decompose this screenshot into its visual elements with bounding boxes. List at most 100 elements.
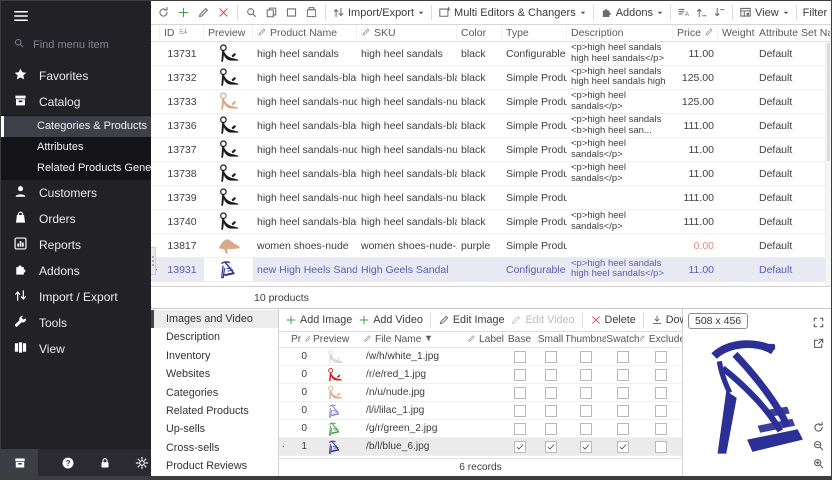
sidebar-item-import-export[interactable]: Import / Export xyxy=(1,284,151,310)
image-row[interactable]: 1 /b/l/blue_6.jpg xyxy=(279,438,682,456)
product-row[interactable]: 13739 high heel sandals-nude-37high heel… xyxy=(151,186,831,210)
column-header-label[interactable]: Label xyxy=(464,334,504,346)
checkbox-thumbnail[interactable] xyxy=(580,423,592,435)
checkbox-base[interactable] xyxy=(514,405,526,417)
scrollbar-thumb[interactable] xyxy=(827,43,830,161)
delete-button[interactable]: Delete xyxy=(590,314,636,326)
sidebar-item-view[interactable]: View xyxy=(1,336,151,362)
product-row[interactable]: 13817women shoes-nudewomen shoes-nude-2p… xyxy=(151,234,831,258)
sidebar-item-addons[interactable]: Addons xyxy=(1,258,151,284)
column-header-base[interactable]: Base xyxy=(504,334,535,345)
sidebar-item-orders[interactable]: Orders xyxy=(1,206,151,232)
edit-button[interactable] xyxy=(196,5,211,20)
checkbox-small[interactable] xyxy=(545,441,557,453)
column-header-exclude[interactable]: Exclude xyxy=(640,334,682,346)
splitter-grip[interactable] xyxy=(151,247,156,275)
checkbox-base[interactable] xyxy=(514,387,526,399)
add-button[interactable] xyxy=(176,5,191,20)
product-row[interactable]: 13931 new High Heels SandalsHigh Geels S… xyxy=(151,258,831,282)
edit-image-button[interactable]: Edit Image xyxy=(438,314,505,326)
checkbox-thumbnail[interactable] xyxy=(580,405,592,417)
copy-button[interactable] xyxy=(264,5,279,20)
tab-description[interactable]: Description xyxy=(151,328,278,346)
checkbox-exclude[interactable] xyxy=(655,351,667,363)
paste-button[interactable] xyxy=(304,5,319,20)
column-header-thumbna[interactable]: Thumbna xyxy=(566,334,606,345)
column-header-preview[interactable]: Preview xyxy=(310,334,360,345)
column-header-small[interactable]: Small xyxy=(535,334,566,345)
column-header-weight[interactable]: Weight xyxy=(718,25,755,41)
sidebar-item-categories-products[interactable]: Categories & Products xyxy=(1,116,151,137)
checkbox-thumbnail[interactable] xyxy=(580,387,592,399)
delete-button[interactable] xyxy=(216,5,231,20)
column-header-id[interactable]: ID xyxy=(160,25,204,41)
menu-toggle-button[interactable] xyxy=(1,1,151,31)
sidebar-item-reports[interactable]: Reports xyxy=(1,232,151,258)
collapse-rows-button[interactable] xyxy=(713,6,726,19)
image-row[interactable]: 0 /g/r/green_2.jpg xyxy=(279,420,682,438)
product-row[interactable]: 13737 high heel sandals-nude-36high heel… xyxy=(151,138,831,162)
add-video-button[interactable]: Add Video xyxy=(358,314,423,326)
image-row[interactable]: 0 /l/i/lilac_1.jpg xyxy=(279,402,682,420)
checkbox-base[interactable] xyxy=(514,369,526,381)
grid-scrollbar[interactable] xyxy=(825,42,831,286)
column-header-type[interactable]: Type xyxy=(502,25,567,41)
tab-images-and-video[interactable]: Images and Video xyxy=(151,310,278,328)
select-button[interactable] xyxy=(284,5,299,20)
checkbox-small[interactable] xyxy=(545,387,557,399)
column-header-file-name[interactable]: File Name xyxy=(360,334,464,346)
menu-addons[interactable]: Addons xyxy=(600,6,664,19)
checkbox-exclude[interactable] xyxy=(655,441,667,453)
tab-websites[interactable]: Websites xyxy=(151,365,278,383)
product-row[interactable]: 13740 high heel sandals-black-38high hee… xyxy=(151,210,831,234)
checkbox-base[interactable] xyxy=(514,441,526,453)
checkbox-small[interactable] xyxy=(545,405,557,417)
add-image-button[interactable]: Add Image xyxy=(285,314,352,326)
tab-inventory[interactable]: Inventory xyxy=(151,347,278,365)
column-header-sku[interactable]: SKU xyxy=(357,25,457,41)
image-row[interactable]: 0 /w/h/white_1.jpg xyxy=(279,348,682,366)
store-button[interactable] xyxy=(1,449,38,476)
settings-button[interactable] xyxy=(135,456,149,470)
menu-multi-editors-changers[interactable]: Multi Editors & Changers xyxy=(438,6,587,19)
checkbox-exclude[interactable] xyxy=(655,423,667,435)
tab-product-reviews[interactable]: Product Reviews xyxy=(151,457,278,475)
sidebar-item-favorites[interactable]: Favorites xyxy=(1,63,151,89)
rotate-icon[interactable] xyxy=(812,421,825,434)
checkbox-thumbnail[interactable] xyxy=(580,441,592,453)
help-button[interactable]: ? xyxy=(61,456,75,470)
refresh-button[interactable] xyxy=(156,5,171,20)
menu-import-export[interactable]: Import/Export xyxy=(332,6,425,19)
column-header-color[interactable]: Color xyxy=(457,25,502,41)
zoom-in-icon[interactable] xyxy=(812,457,825,470)
expand-rows-button[interactable] xyxy=(695,6,708,19)
checkbox-small[interactable] xyxy=(545,423,557,435)
checkbox-swatch[interactable] xyxy=(617,351,629,363)
column-header-attribute-set-name[interactable]: Attribute Set Name xyxy=(755,25,831,41)
open-external-icon[interactable] xyxy=(812,337,825,350)
image-row[interactable]: 0 /n/u/nude.jpg xyxy=(279,384,682,402)
sidebar-item-attributes[interactable]: Attributes xyxy=(1,137,151,158)
tab-up-sells[interactable]: Up-sells xyxy=(151,420,278,438)
sidebar-item-tools[interactable]: Tools xyxy=(1,310,151,336)
fullscreen-icon[interactable] xyxy=(812,316,825,329)
product-row[interactable]: 13731 high heel sandalshigh heel sandals… xyxy=(151,42,831,66)
sidebar-item-catalog[interactable]: Catalog xyxy=(1,89,151,115)
tab-categories[interactable]: Categories xyxy=(151,384,278,402)
column-header-swatch[interactable]: Swatch xyxy=(606,334,640,345)
checkbox-swatch[interactable] xyxy=(617,405,629,417)
checkbox-swatch[interactable] xyxy=(617,387,629,399)
checkbox-base[interactable] xyxy=(514,351,526,363)
checkbox-base[interactable] xyxy=(514,423,526,435)
product-row[interactable]: 13732 high heel sandals-blackhigh heel s… xyxy=(151,66,831,90)
sidebar-item-related-products-generator[interactable]: Related Products Generator xyxy=(1,158,151,179)
product-row[interactable]: 13733 high heel sandals-nudehigh heel sa… xyxy=(151,90,831,114)
column-header-preview[interactable]: Preview xyxy=(204,25,253,41)
lock-button[interactable] xyxy=(98,456,112,470)
sidebar-item-customers[interactable]: Customers xyxy=(1,180,151,206)
checkbox-swatch[interactable] xyxy=(617,369,629,381)
checkbox-swatch[interactable] xyxy=(617,423,629,435)
product-row[interactable]: 13736 high heel sandals-black-36high hee… xyxy=(151,114,831,138)
image-row[interactable]: 0 /r/e/red_1.jpg xyxy=(279,366,682,384)
tab-cross-sells[interactable]: Cross-sells xyxy=(151,439,278,457)
